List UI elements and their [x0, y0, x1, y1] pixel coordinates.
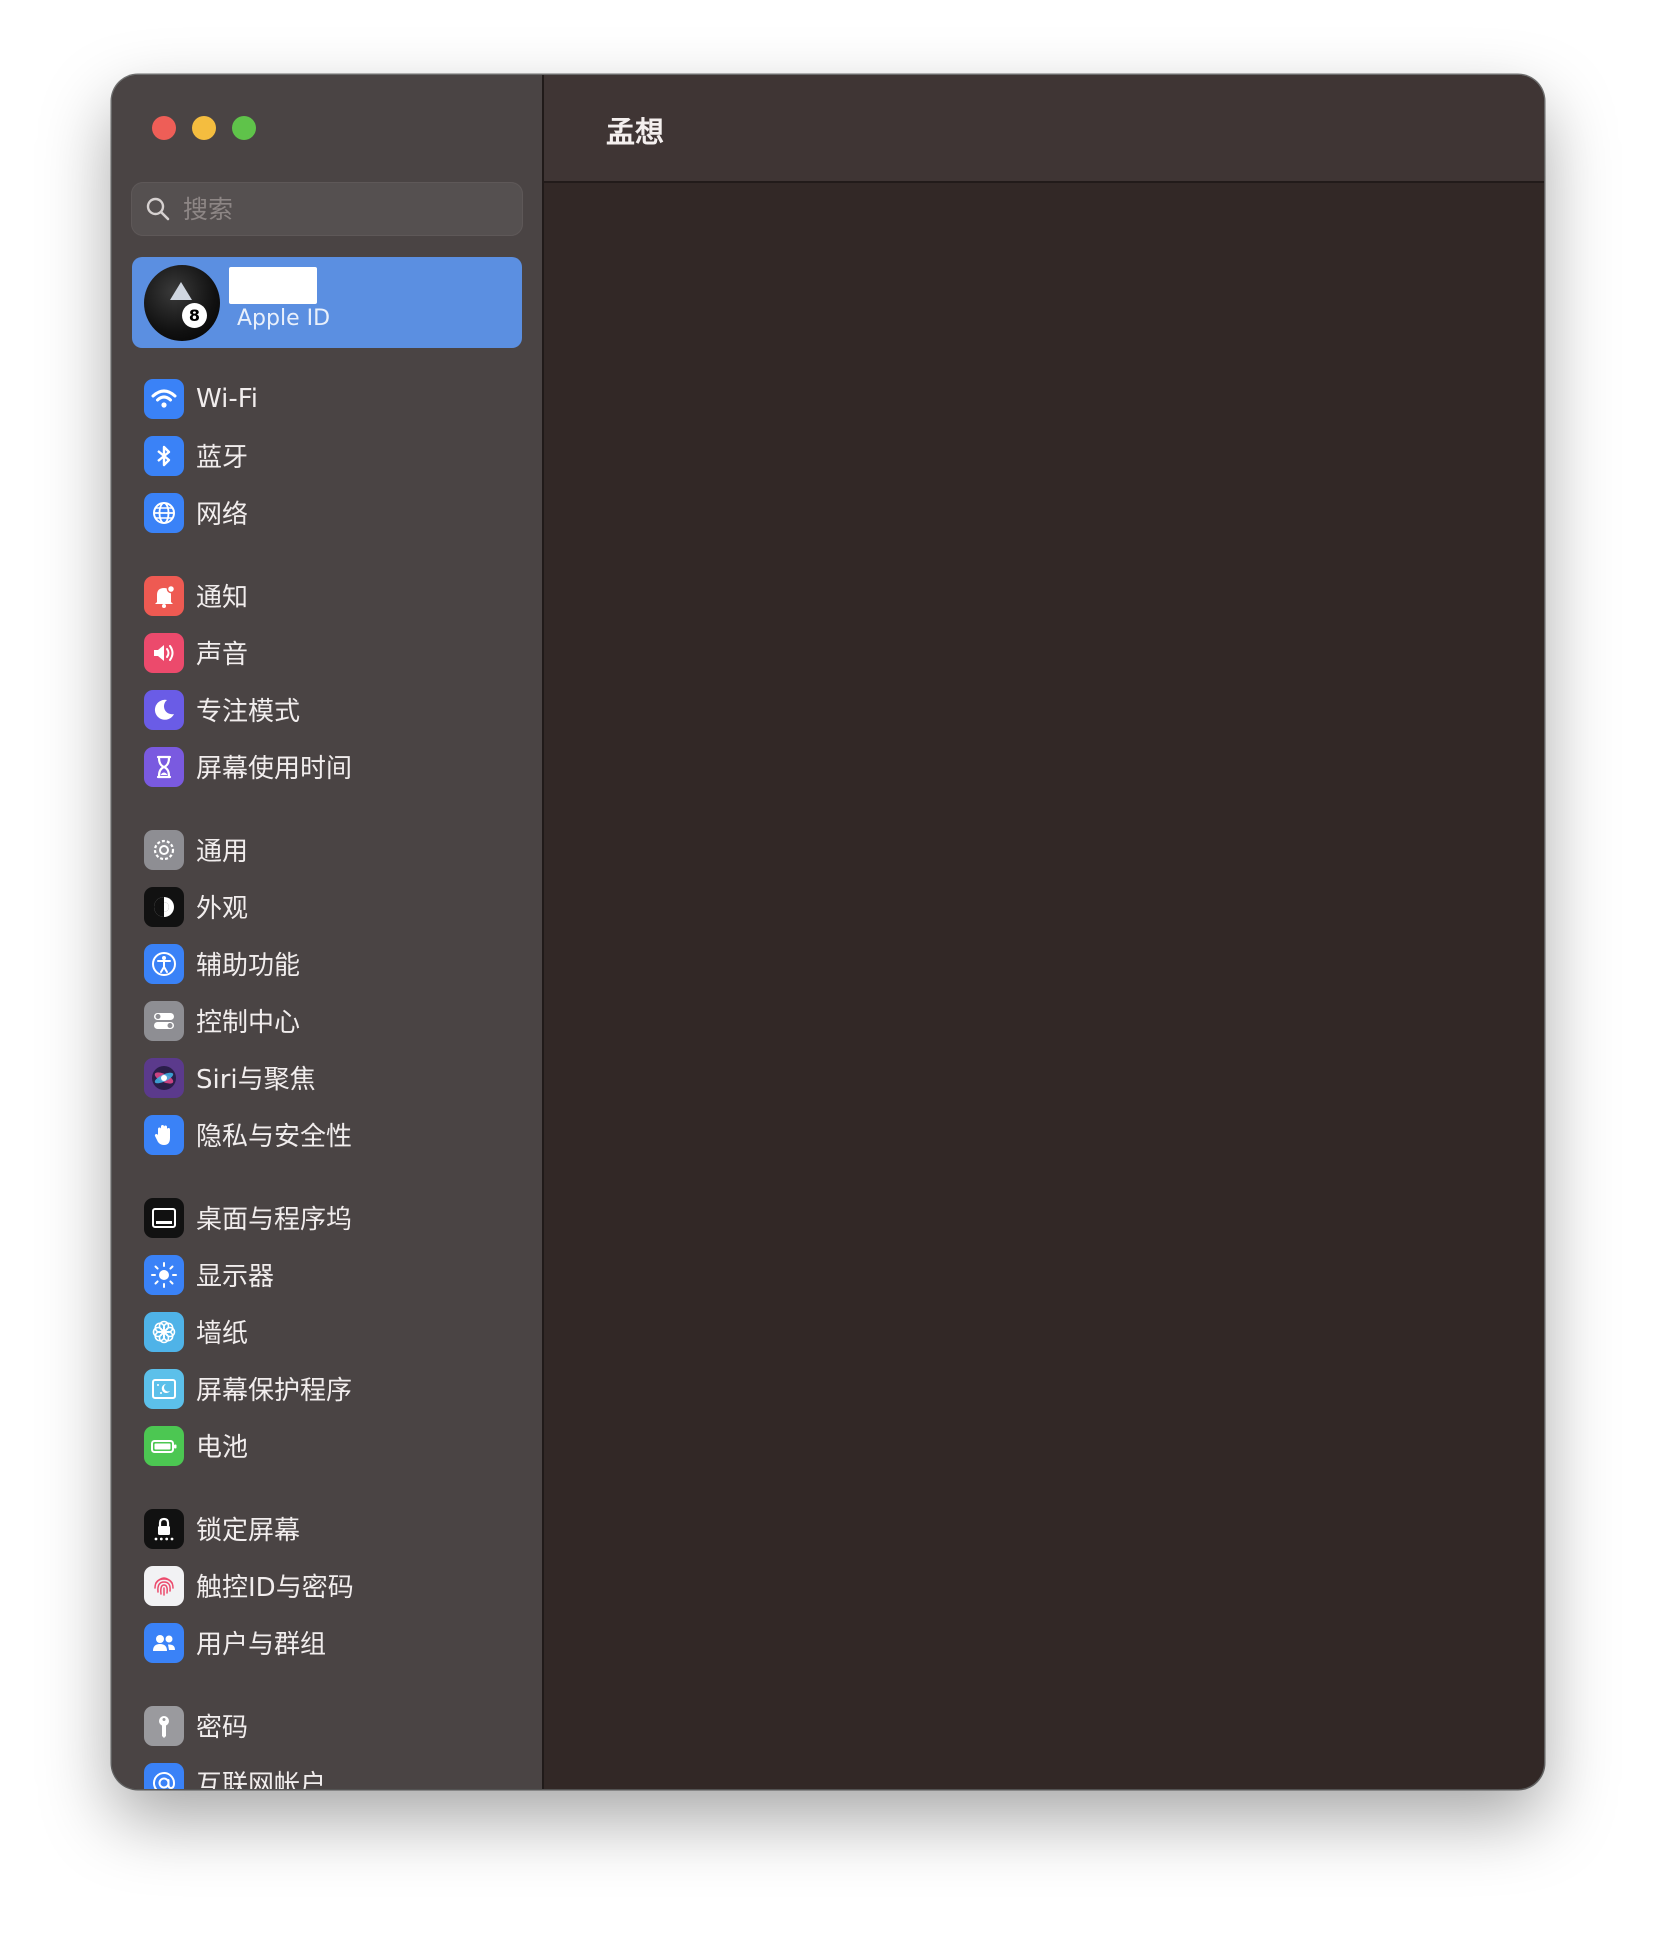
content-header: 孟想 [544, 75, 1544, 183]
hand-icon [144, 1114, 184, 1155]
toggles-icon [144, 1000, 184, 1041]
minimize-button[interactable] [192, 116, 216, 140]
sidebar-item-siri[interactable]: Siri与聚焦 [112, 1049, 542, 1106]
sidebar-item-fingerprint[interactable]: 触控ID与密码 [112, 1557, 542, 1614]
appearance-icon [144, 886, 184, 927]
sidebar-item-wifi[interactable]: Wi-Fi [112, 370, 542, 427]
sidebar: 8 Apple ID Wi-Fi 蓝牙网络通知声音专注模式屏幕使用时间通用外观辅助… [112, 75, 544, 1789]
sidebar-group: 通知声音专注模式屏幕使用时间 [112, 567, 542, 795]
sidebar-item-label: 用户与群组 [196, 1630, 327, 1660]
wifi-icon [144, 378, 184, 419]
moon-icon [144, 689, 184, 730]
sidebar-item-dock[interactable]: 桌面与程序坞 [112, 1189, 542, 1246]
sidebar-group: Wi-Fi 蓝牙网络 [112, 370, 542, 541]
sidebar-item-users[interactable]: 用户与群组 [112, 1614, 542, 1671]
sidebar-item-appearance[interactable]: 外观 [112, 878, 542, 935]
siri-icon [144, 1057, 184, 1098]
search-field[interactable] [131, 182, 523, 236]
search-input[interactable] [181, 193, 505, 225]
sidebar-item-globe[interactable]: 网络 [112, 484, 542, 541]
sidebar-item-toggles[interactable]: 控制中心 [112, 992, 542, 1049]
sidebar-item-label: 屏幕保护程序 [196, 1376, 353, 1406]
sidebar-item-accessibility[interactable]: 辅助功能 [112, 935, 542, 992]
fingerprint-icon [144, 1565, 184, 1606]
sidebar-item-bluetooth[interactable]: 蓝牙 [112, 427, 542, 484]
sidebar-group: 锁定屏幕触控ID与密码 用户与群组 [112, 1500, 542, 1671]
account-name-redacted [229, 267, 317, 304]
zoom-button[interactable] [232, 116, 256, 140]
sidebar-item-screensaver[interactable]: 屏幕保护程序 [112, 1360, 542, 1417]
sidebar-item-speaker[interactable]: 声音 [112, 624, 542, 681]
sidebar-item-at[interactable]: 互联网帐户 [112, 1754, 542, 1789]
dock-icon [144, 1197, 184, 1238]
sidebar-item-gear[interactable]: 通用 [112, 821, 542, 878]
eight-ball-icon: 8 [182, 303, 207, 328]
sidebar-item-label: 外观 [196, 894, 249, 924]
sidebar-group: 密码 互联网帐户 [112, 1697, 542, 1789]
sidebar-item-lock[interactable]: 锁定屏幕 [112, 1500, 542, 1557]
sidebar-item-label: 通用 [196, 837, 249, 867]
sidebar-item-label: 密码 [196, 1713, 249, 1743]
lock-icon [144, 1508, 184, 1549]
sidebar-item-hand[interactable]: 隐私与安全性 [112, 1106, 542, 1163]
search-icon [146, 197, 170, 221]
at-icon [144, 1762, 184, 1789]
sidebar-item-label: 通知 [196, 583, 249, 613]
sidebar-item-label: 锁定屏幕 [196, 1516, 301, 1546]
battery-icon [144, 1425, 184, 1466]
close-button[interactable] [152, 116, 176, 140]
sidebar-group: 通用外观辅助功能控制中心 Siri与聚焦隐私与安全性 [112, 821, 542, 1163]
bluetooth-icon [144, 435, 184, 476]
sidebar-item-label: 声音 [196, 640, 249, 670]
sidebar-item-label: 墙纸 [196, 1319, 249, 1349]
sidebar-item-label: 显示器 [196, 1262, 275, 1292]
sidebar-item-flower[interactable]: 墙纸 [112, 1303, 542, 1360]
sidebar-item-label: 控制中心 [196, 1008, 301, 1038]
sidebar-item-label: 互联网帐户 [196, 1770, 327, 1789]
sidebar-group: 桌面与程序坞 显示器墙纸屏幕保护程序 电池 [112, 1189, 542, 1474]
sidebar-item-label: 专注模式 [196, 697, 301, 727]
sidebar-item-label: 网络 [196, 500, 249, 530]
sidebar-item-label: 触控ID与密码 [196, 1573, 354, 1603]
apple-id-item[interactable]: 8 Apple ID [132, 257, 522, 348]
sidebar-item-label: Wi-Fi [196, 383, 259, 414]
screensaver-icon [144, 1368, 184, 1409]
settings-window: 8 Apple ID Wi-Fi 蓝牙网络通知声音专注模式屏幕使用时间通用外观辅助… [112, 75, 1544, 1789]
sidebar-item-label: 辅助功能 [196, 951, 301, 981]
apple-id-label: Apple ID [237, 306, 331, 331]
sidebar-item-label: Siri与聚焦 [196, 1065, 316, 1095]
sidebar-item-sun[interactable]: 显示器 [112, 1246, 542, 1303]
sidebar-nav: Wi-Fi 蓝牙网络通知声音专注模式屏幕使用时间 通用外观辅助功能控制中心 Siri与… [112, 370, 542, 1789]
speaker-icon [144, 632, 184, 673]
sidebar-item-hourglass[interactable]: 屏幕使用时间 [112, 738, 542, 795]
users-icon [144, 1622, 184, 1663]
window-controls [152, 116, 256, 140]
key-icon [144, 1705, 184, 1746]
sidebar-item-label: 屏幕使用时间 [196, 754, 353, 784]
hourglass-icon [144, 746, 184, 787]
sidebar-item-label: 隐私与安全性 [196, 1122, 353, 1152]
globe-icon [144, 492, 184, 533]
sidebar-item-label: 桌面与程序坞 [196, 1205, 353, 1235]
page-title: 孟想 [606, 115, 665, 149]
sun-icon [144, 1254, 184, 1295]
sidebar-item-label: 蓝牙 [196, 443, 249, 473]
sidebar-item-label: 电池 [196, 1433, 249, 1463]
flower-icon [144, 1311, 184, 1352]
sidebar-item-battery[interactable]: 电池 [112, 1417, 542, 1474]
gear-icon [144, 829, 184, 870]
avatar: 8 [144, 265, 220, 341]
sidebar-item-bell[interactable]: 通知 [112, 567, 542, 624]
sidebar-item-moon[interactable]: 专注模式 [112, 681, 542, 738]
accessibility-icon [144, 943, 184, 984]
sidebar-item-key[interactable]: 密码 [112, 1697, 542, 1754]
bell-icon [144, 575, 184, 616]
